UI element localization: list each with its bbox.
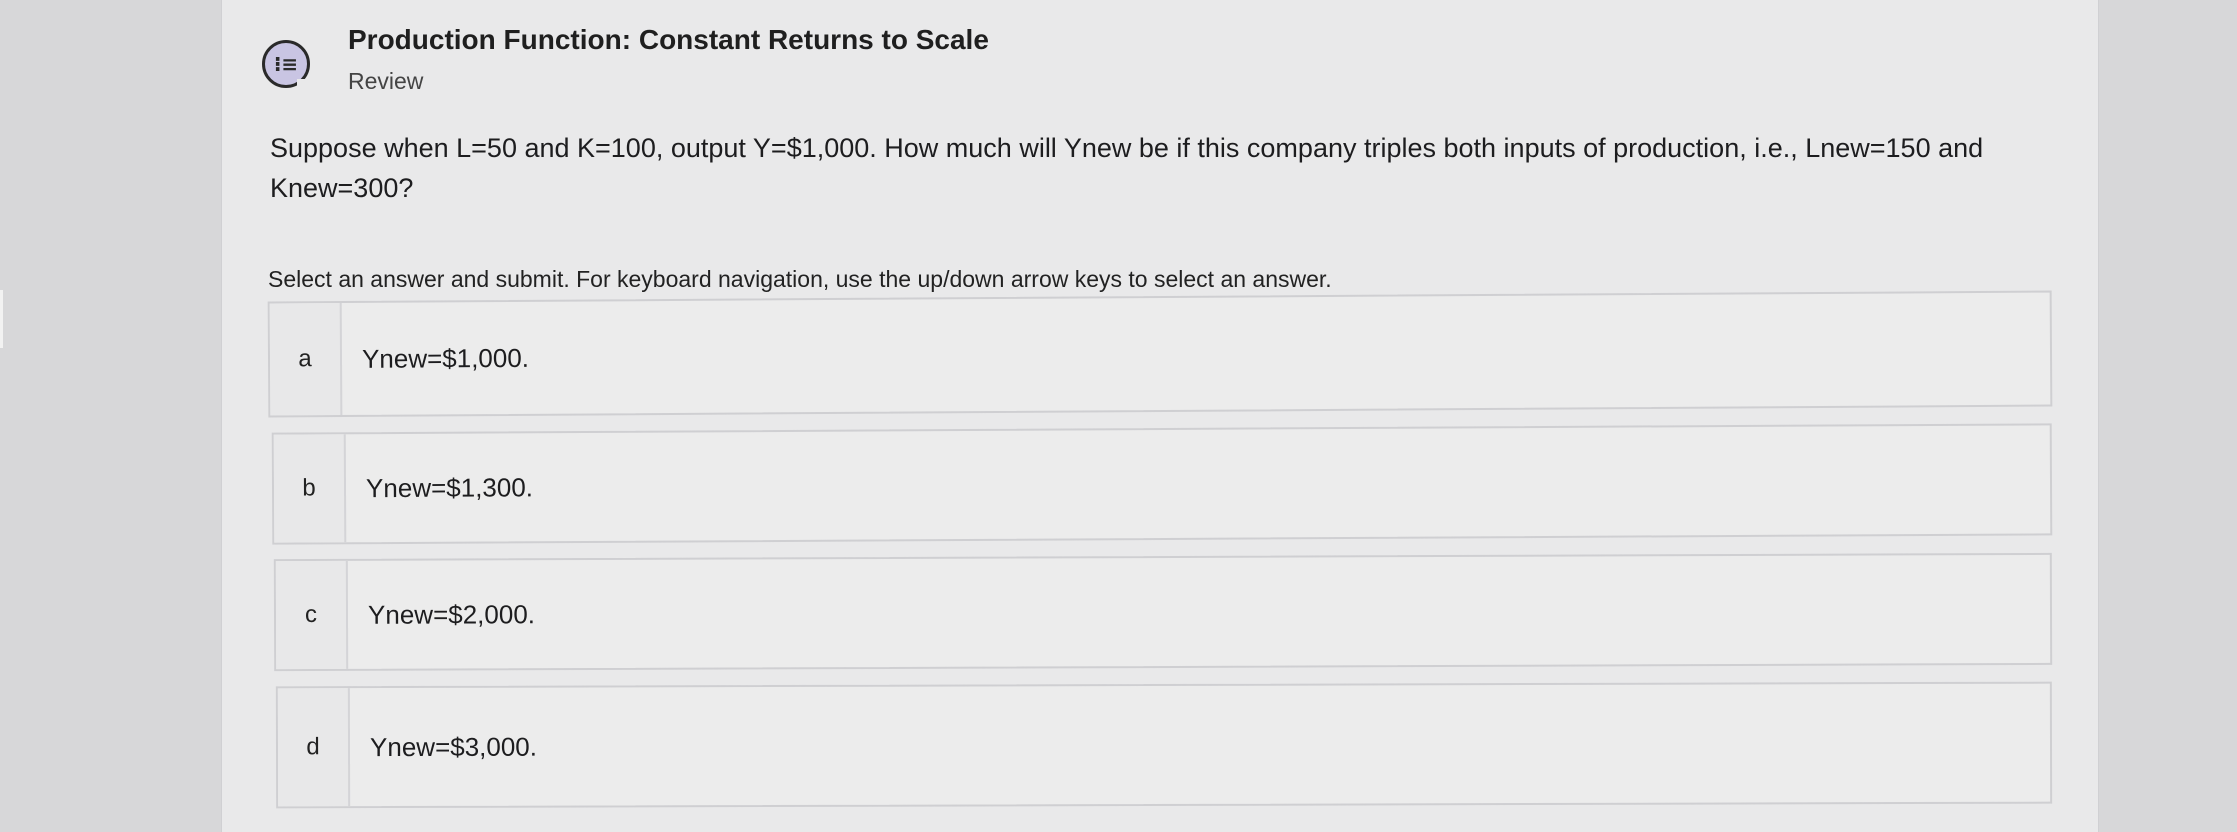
option-text: Ynew=$2,000. bbox=[367, 598, 536, 630]
left-edge-accent bbox=[0, 290, 3, 348]
question-text: Suppose when L=50 and K=100, output Y=$1… bbox=[270, 133, 1984, 203]
page-title: Production Function: Constant Returns to… bbox=[348, 24, 989, 55]
question-header: ⁝≡ Production Function: Constant Returns… bbox=[262, 18, 989, 95]
answer-options: a Ynew=$1,000. b Ynew=$1,300. c Ynew=$2,… bbox=[267, 290, 2053, 822]
page-subtitle: Review bbox=[348, 68, 424, 94]
option-text: Ynew=$1,000. bbox=[361, 342, 530, 374]
answer-option-a[interactable]: a Ynew=$1,000. bbox=[267, 290, 2053, 418]
answer-option-b[interactable]: b Ynew=$1,300. bbox=[271, 423, 2053, 545]
option-letter: d bbox=[277, 688, 351, 807]
option-letter: a bbox=[269, 302, 343, 416]
option-letter: c bbox=[275, 560, 349, 670]
list-icon: ⁝≡ bbox=[262, 40, 315, 88]
question-card: ⁝≡ Production Function: Constant Returns… bbox=[222, 0, 2098, 832]
header-text: Production Function: Constant Returns to… bbox=[348, 18, 989, 95]
list-icon-glyph: ⁝≡ bbox=[273, 52, 299, 76]
option-letter: b bbox=[273, 434, 347, 543]
instructions-text: Select an answer and submit. For keyboar… bbox=[268, 266, 1332, 292]
answer-option-c[interactable]: c Ynew=$2,000. bbox=[273, 552, 2053, 672]
answer-option-d[interactable]: d Ynew=$3,000. bbox=[275, 681, 2053, 809]
option-text: Ynew=$3,000. bbox=[369, 731, 538, 762]
option-text: Ynew=$1,300. bbox=[365, 471, 534, 503]
